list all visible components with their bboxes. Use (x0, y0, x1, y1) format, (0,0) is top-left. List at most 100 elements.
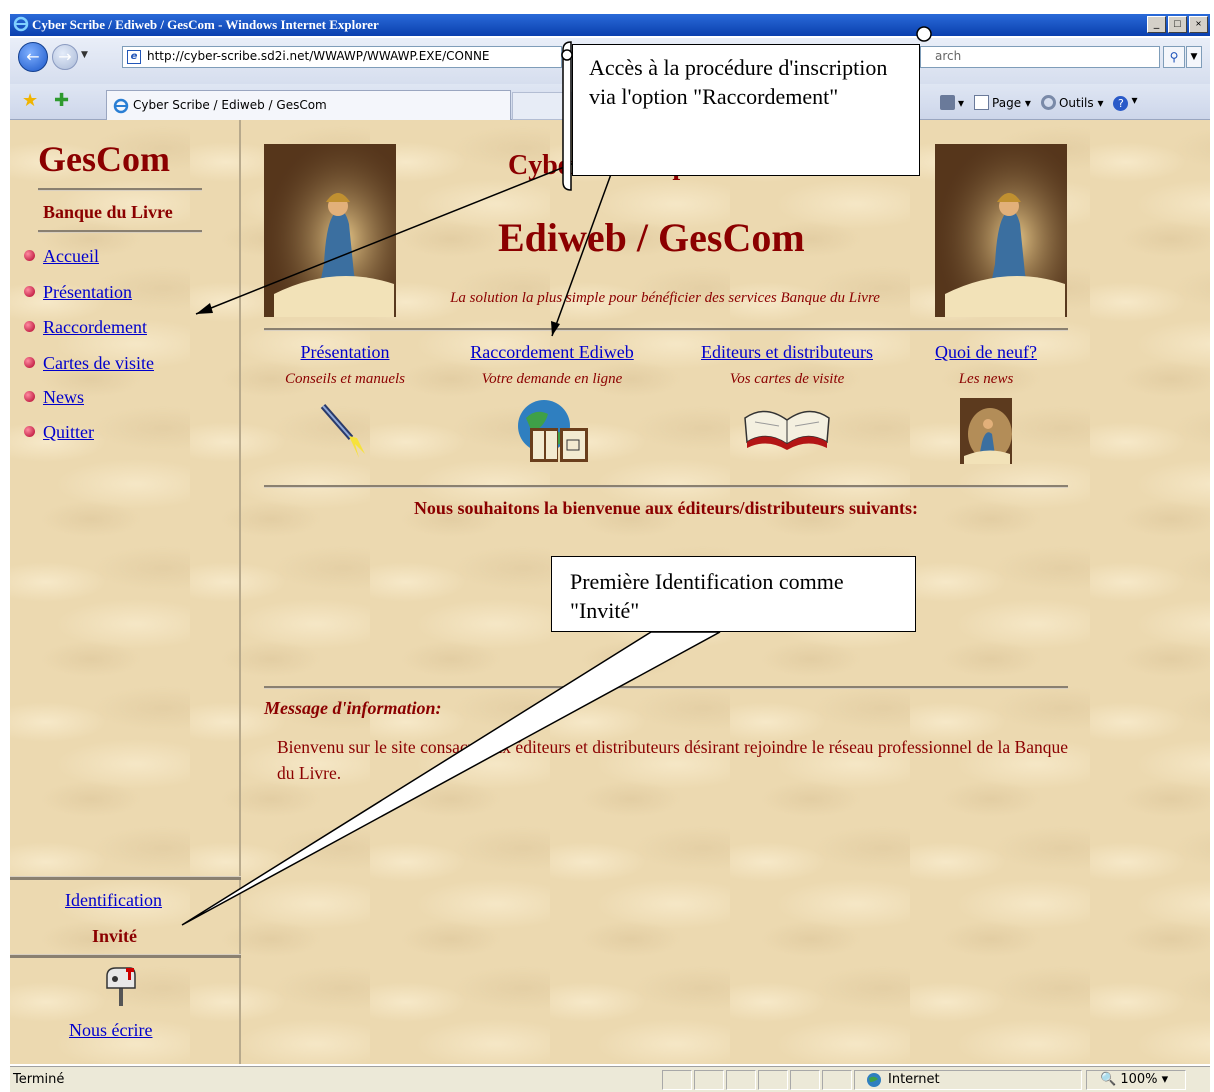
search-icon[interactable]: ⚲ (1163, 46, 1185, 68)
status-bar: Terminé Internet 🔍 100% ▾ (10, 1066, 1210, 1092)
sidebar-item-label[interactable]: Accueil (43, 246, 99, 266)
chevron-down-icon[interactable]: ▼ (81, 50, 88, 60)
sidebar-item-accueil[interactable]: Accueil (24, 246, 99, 267)
divider (10, 954, 241, 958)
page-menu[interactable]: Page ▾ (974, 94, 1031, 110)
help-button[interactable]: ? ▾ (1113, 93, 1138, 111)
print-button[interactable]: ▾ (940, 94, 964, 110)
window-titlebar: Cyber Scribe / Ediweb / GesCom - Windows… (10, 14, 1210, 36)
divider (38, 230, 202, 233)
security-zone-label: Internet (888, 1072, 940, 1087)
scribe-thumbnail-icon[interactable] (881, 398, 1091, 469)
search-placeholder: arch (935, 49, 962, 63)
status-cell (790, 1070, 820, 1090)
ie-logo-icon (13, 16, 29, 39)
page-menu-label: Page (992, 95, 1022, 110)
divider (264, 328, 1068, 331)
tagline: La solution la plus simple pour bénéfici… (450, 290, 880, 306)
back-button[interactable]: ← (18, 42, 48, 72)
bullet-icon (24, 357, 35, 368)
zoom-value: 100% (1120, 1072, 1158, 1087)
raccordement-ediweb-link[interactable]: Raccordement Ediweb (447, 342, 657, 363)
sidebar-item-quitter[interactable]: Quitter (24, 422, 94, 443)
add-favorites-icon[interactable]: ✚ (54, 90, 69, 111)
message-heading: Message d'information: (264, 698, 442, 718)
printer-icon (940, 94, 955, 110)
divider (10, 876, 241, 880)
app-title: GesCom (38, 139, 170, 179)
sidebar-item-label[interactable]: Cartes de visite (43, 353, 154, 373)
sidebar-item-cartes[interactable]: Cartes de visite (24, 353, 154, 374)
sidebar-item-presentation[interactable]: Présentation (24, 282, 132, 303)
section-editeurs: Editeurs et distributeurs Vos cartes de … (682, 342, 892, 459)
identification-link[interactable]: Identification (65, 890, 162, 911)
quoi-de-neuf-link[interactable]: Quoi de neuf? (881, 342, 1091, 363)
scribe-painting-image (264, 144, 396, 317)
sidebar-subtitle: Banque du Livre (43, 202, 173, 222)
minimize-button[interactable]: _ (1147, 16, 1166, 33)
divider (264, 686, 1068, 689)
sidebar-item-raccordement[interactable]: Raccordement (24, 317, 147, 338)
bullet-icon (24, 286, 35, 297)
zoom-level[interactable]: 🔍 100% ▾ (1100, 1072, 1168, 1087)
address-input[interactable]: e http://cyber-scribe.sd2i.net/WWAWP/WWA… (122, 46, 562, 68)
editeurs-distributeurs-link[interactable]: Editeurs et distributeurs (682, 342, 892, 363)
section-subtitle: Conseils et manuels (285, 371, 405, 387)
bullet-icon (24, 391, 35, 402)
mailbox-icon[interactable] (104, 966, 138, 1011)
search-options-chevron-icon[interactable]: ▼ (1186, 46, 1202, 68)
status-cell (694, 1070, 724, 1090)
sidebar-item-label[interactable]: Quitter (43, 422, 94, 442)
sidebar-item-label[interactable]: Raccordement (43, 317, 147, 337)
new-tab-button[interactable] (512, 92, 572, 120)
globe-book-icon[interactable] (447, 398, 657, 469)
maximize-button[interactable]: □ (1168, 16, 1187, 33)
status-text: Terminé (13, 1072, 65, 1087)
message-text: Bienvenu sur le site consacré aux éditeu… (277, 737, 1068, 783)
search-input[interactable]: arch (920, 46, 1160, 68)
page-icon (974, 94, 990, 110)
sidebar-item-news[interactable]: News (24, 387, 84, 408)
favorites-star-icon[interactable]: ★ (22, 90, 38, 111)
page-title: Ediweb / GesCom (498, 215, 805, 260)
section-raccordement: Raccordement Ediweb Votre demande en lig… (447, 342, 657, 469)
globe-icon (866, 1072, 882, 1092)
protected-mode-icon[interactable] (822, 1070, 852, 1090)
divider (38, 188, 202, 191)
sidebar-item-label[interactable]: News (43, 387, 84, 407)
tab-cyber-scribe[interactable]: Cyber Scribe / Ediweb / GesCom (106, 90, 511, 120)
section-subtitle: Vos cartes de visite (729, 371, 845, 387)
tab-title: Cyber Scribe / Ediweb / GesCom (133, 98, 327, 112)
open-book-icon[interactable] (682, 398, 892, 459)
section-subtitle: Votre demande en ligne (481, 371, 623, 387)
contact-link[interactable]: Nous écrire (69, 1020, 152, 1041)
bullet-icon (24, 250, 35, 261)
scribe-painting-image (935, 144, 1067, 317)
status-cell (662, 1070, 692, 1090)
sidebar-item-label[interactable]: Présentation (43, 282, 132, 302)
window-title: Cyber Scribe / Ediweb / GesCom - Windows… (32, 17, 379, 32)
forward-button[interactable]: → (52, 44, 78, 70)
tools-menu-label: Outils (1058, 95, 1094, 110)
tools-menu[interactable]: Outils ▾ (1040, 94, 1103, 110)
status-cell (726, 1070, 756, 1090)
divider (264, 485, 1068, 488)
gear-icon (1040, 94, 1056, 110)
bullet-icon (24, 321, 35, 332)
url-text: http://cyber-scribe.sd2i.net/WWAWP/WWAWP… (147, 49, 490, 63)
presentation-link[interactable]: Présentation (240, 342, 450, 363)
ie-page-icon: e (127, 50, 141, 64)
raccordement-callout: Accès à la procédure d'inscription via l… (572, 44, 920, 176)
help-icon: ? (1113, 96, 1129, 111)
left-nav-frame: GesCom Banque du Livre Accueil Présentat… (10, 120, 241, 1064)
zoom-icon: 🔍 (1100, 1072, 1117, 1087)
tab-ie-icon (113, 98, 129, 117)
welcome-text: Nous souhaitons la bienvenue aux éditeur… (413, 498, 919, 518)
status-cell (758, 1070, 788, 1090)
user-status-label: Invité (92, 926, 137, 946)
close-button[interactable]: × (1189, 16, 1208, 33)
identification-callout: Première Identification comme "Invité" (551, 556, 916, 632)
section-news: Quoi de neuf? Les news (881, 342, 1091, 469)
torch-icon[interactable] (240, 398, 450, 469)
bullet-icon (24, 426, 35, 437)
